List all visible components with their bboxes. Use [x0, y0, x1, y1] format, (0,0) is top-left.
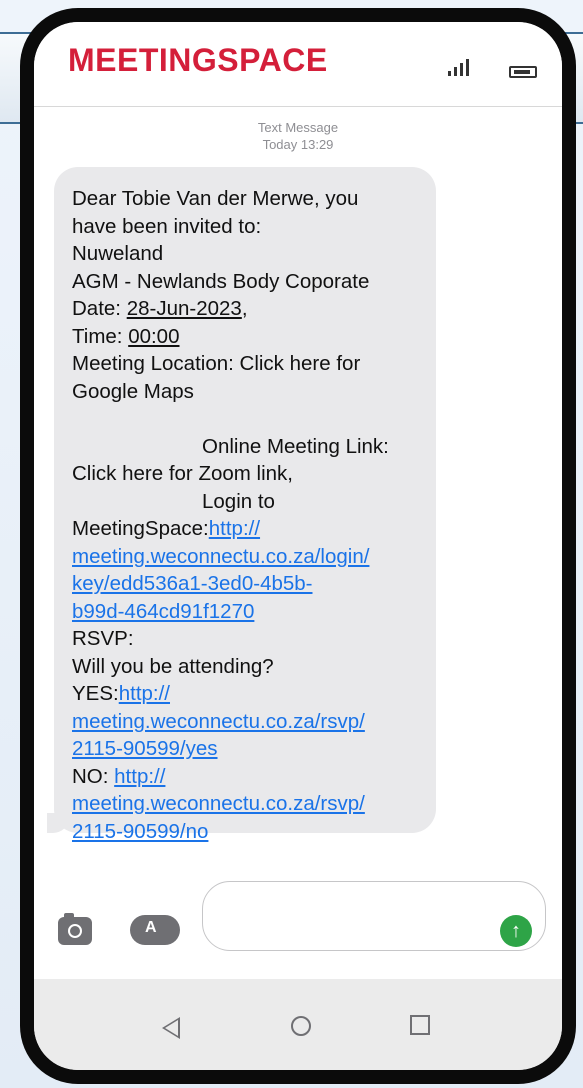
- yes-link-3[interactable]: 2115-90599/yes: [72, 735, 424, 763]
- no-link[interactable]: http://: [114, 765, 165, 788]
- login-to-label: Login to: [202, 489, 275, 513]
- navigation-bar: [34, 979, 562, 1070]
- no-link-3[interactable]: 2115-90599/no: [72, 818, 424, 846]
- message-meeting: AGM - Newlands Body Coporate: [72, 269, 370, 293]
- message-time-line: Time: 00:00: [72, 324, 180, 348]
- battery-icon: [509, 66, 537, 78]
- back-icon[interactable]: [162, 1017, 180, 1039]
- message-thread[interactable]: Text Message Today 13:29 Dear Tobie Van …: [34, 107, 562, 859]
- attendance-question: Will you be attending?: [72, 654, 274, 678]
- rsvp-label: RSVP:: [72, 627, 134, 650]
- login-link-3[interactable]: key/edd536a1-3ed0-4b5b-: [72, 570, 424, 598]
- online-link-label: Online Meeting Link:: [202, 434, 389, 458]
- yes-link-2[interactable]: meeting.weconnectu.co.za/rsvp/: [72, 708, 424, 736]
- phone-screen: MEETINGSPACE Text Message Today 13:29 De…: [34, 22, 562, 1070]
- app-store-icon[interactable]: [130, 915, 180, 945]
- login-link-2[interactable]: meeting.weconnectu.co.za/login/: [72, 543, 424, 571]
- message-meta: Text Message Today 13:29: [34, 119, 562, 153]
- message-date: Date: 28-Jun-2023,: [72, 297, 248, 320]
- send-button[interactable]: ↑: [500, 915, 532, 947]
- message-organisation: Nuweland: [72, 242, 164, 265]
- no-line: NO: http://: [72, 764, 166, 788]
- message-composer: ↑: [34, 859, 562, 979]
- camera-icon[interactable]: [58, 913, 92, 945]
- message-bubble: Dear Tobie Van der Merwe, you have been …: [47, 167, 436, 843]
- recents-icon[interactable]: [410, 1015, 430, 1035]
- zoom-link-text: Click here for Zoom link,: [72, 462, 294, 485]
- login-link[interactable]: http://: [209, 517, 260, 540]
- message-type: Text Message: [257, 120, 339, 135]
- login-link-4[interactable]: b99d-464cd91f1270: [72, 598, 424, 626]
- arrow-up-icon: ↑: [511, 920, 521, 942]
- time-value[interactable]: 00:00: [128, 325, 179, 348]
- message-input[interactable]: [202, 881, 546, 951]
- location-line: Meeting Location: Click here for: [72, 352, 361, 375]
- message-time: Today 13:29: [262, 137, 334, 152]
- home-icon[interactable]: [291, 1016, 311, 1036]
- meetingspace-logo: MEETINGSPACE: [68, 42, 328, 78]
- yes-line: YES:http://: [72, 682, 170, 705]
- message-greeting: Dear Tobie Van der Merwe, you: [72, 187, 359, 210]
- location-line-2: Google Maps: [72, 379, 194, 403]
- no-link-2[interactable]: meeting.weconnectu.co.za/rsvp/: [72, 790, 424, 818]
- message-invited: have been invited to:: [72, 214, 262, 238]
- meetingspace-line: MeetingSpace:http://: [72, 517, 261, 540]
- app-header: MEETINGSPACE: [34, 22, 562, 107]
- date-value[interactable]: 28-Jun-2023: [127, 297, 242, 320]
- signal-icon: [448, 59, 474, 76]
- yes-link[interactable]: http://: [119, 682, 170, 705]
- phone-frame: MEETINGSPACE Text Message Today 13:29 De…: [20, 8, 576, 1084]
